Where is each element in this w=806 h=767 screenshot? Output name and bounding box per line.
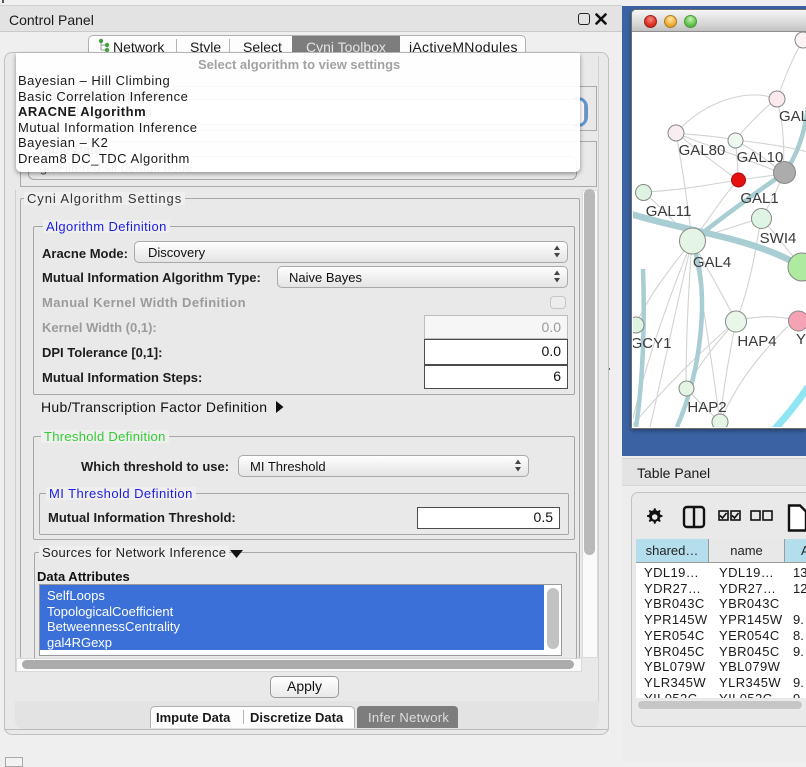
svg-text:GAL11: GAL11 bbox=[646, 203, 692, 220]
svg-text:GAL7: GAL7 bbox=[779, 108, 806, 125]
svg-text:GAL10: GAL10 bbox=[737, 149, 784, 166]
svg-text:HAP4: HAP4 bbox=[737, 333, 776, 350]
svg-text:HAP2: HAP2 bbox=[687, 399, 726, 416]
svg-text:GCY1: GCY1 bbox=[633, 335, 671, 352]
svg-text:Y: Y bbox=[796, 331, 806, 348]
svg-text:GAL1: GAL1 bbox=[740, 190, 778, 207]
svg-text:GAL4: GAL4 bbox=[693, 254, 731, 271]
svg-text:GAL80: GAL80 bbox=[679, 142, 726, 159]
svg-text:SWI4: SWI4 bbox=[760, 230, 797, 247]
